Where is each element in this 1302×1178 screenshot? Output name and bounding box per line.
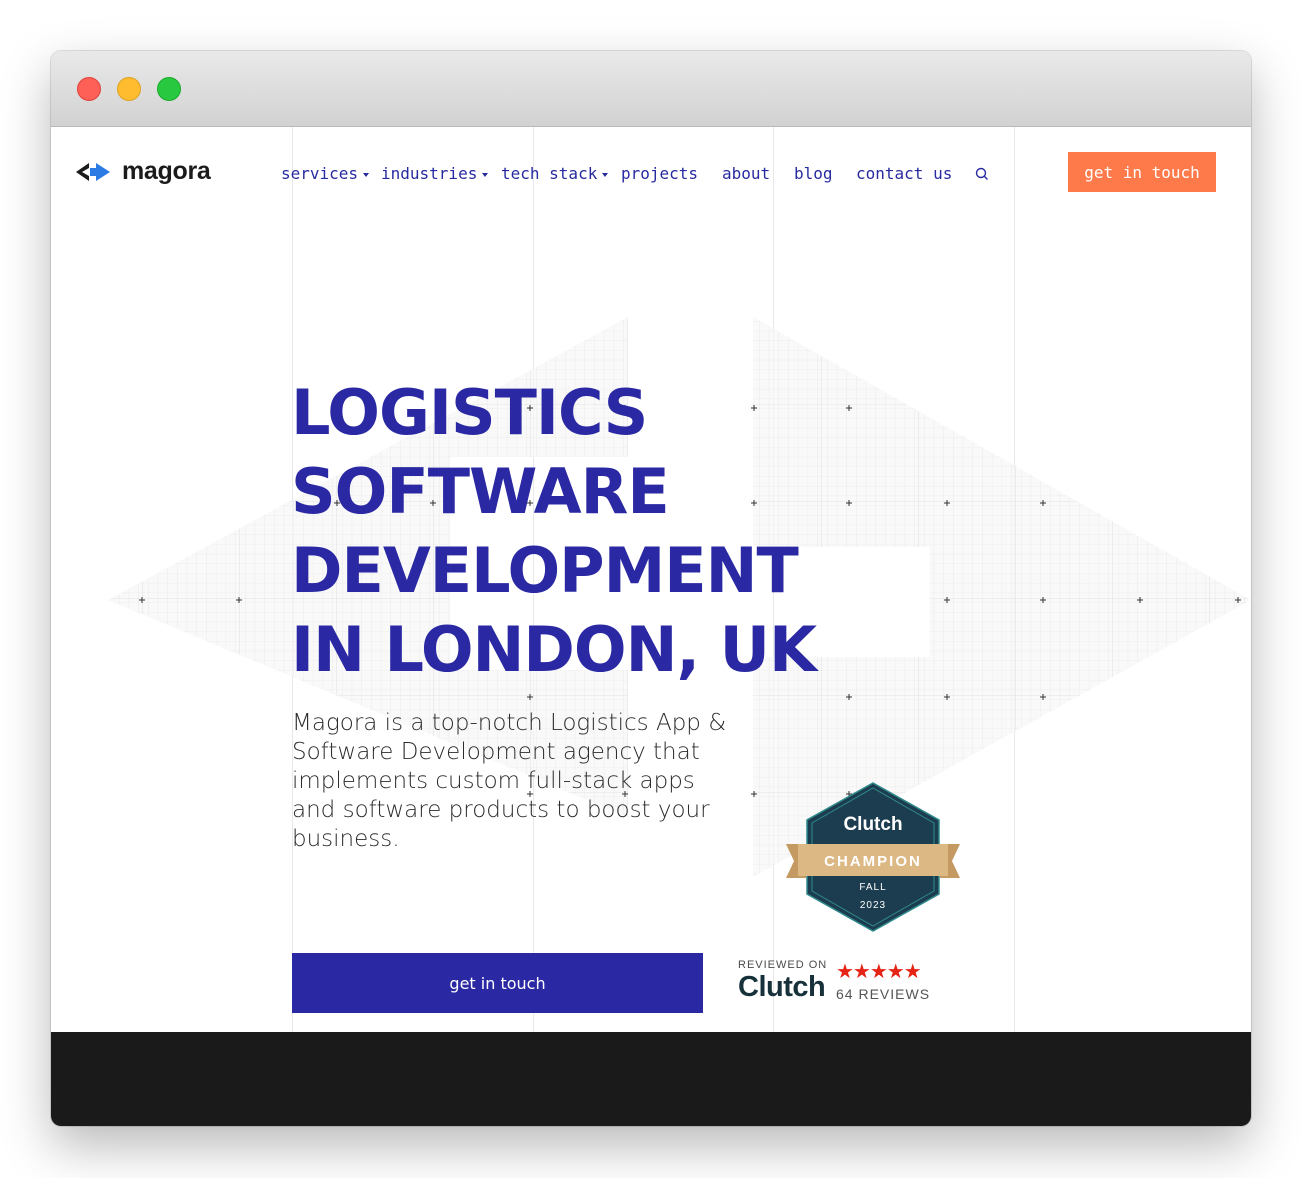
- badge-ribbon-text: CHAMPION: [824, 853, 922, 870]
- nav-item-tech-stack[interactable]: tech stack: [501, 164, 609, 183]
- chevron-down-icon: [363, 172, 370, 177]
- nav-item-services[interactable]: services: [281, 164, 370, 183]
- chevron-down-icon: [482, 172, 489, 177]
- brand-logo[interactable]: magora: [76, 157, 211, 186]
- nav-item-projects[interactable]: projects: [621, 164, 698, 183]
- magora-arrows-logo-icon: [76, 162, 110, 181]
- hero-title-line: SOFTWARE: [291, 455, 670, 528]
- badge-brand: Clutch: [843, 814, 902, 835]
- page-viewport: magora services industries tech stack pr…: [51, 127, 1251, 1126]
- nav-item-label: services: [281, 164, 359, 183]
- hero-title: LOGISTICS SOFTWARE DEVELOPMENT IN LONDON…: [291, 373, 817, 689]
- clutch-logo: Clutch: [738, 971, 826, 1003]
- nav-item-label: contact us: [856, 164, 953, 183]
- badge-season: FALL: [859, 882, 886, 893]
- nav-item-blog[interactable]: blog: [794, 164, 833, 183]
- maximize-window-button[interactable]: [157, 77, 181, 101]
- hero-title-line: DEVELOPMENT: [291, 534, 799, 607]
- clutch-champion-badge: Clutch CHAMPION FALL 2023: [786, 782, 960, 932]
- badge-year: 2023: [860, 900, 886, 911]
- nav-item-label: tech stack: [501, 164, 598, 183]
- hero-title-line: LOGISTICS: [291, 376, 648, 449]
- window-titlebar: [51, 51, 1251, 127]
- next-section-dark-band: [51, 1032, 1251, 1126]
- header-get-in-touch-button[interactable]: get in touch: [1068, 152, 1216, 192]
- hero-get-in-touch-button[interactable]: get in touch: [292, 953, 703, 1013]
- brand-name: magora: [122, 157, 211, 185]
- minimize-window-button[interactable]: [117, 77, 141, 101]
- nav-item-label: about: [722, 164, 771, 183]
- hero-title-line: IN LONDON, UK: [291, 613, 817, 686]
- close-window-button[interactable]: [77, 77, 101, 101]
- nav-item-contact-us[interactable]: contact us: [856, 164, 952, 183]
- rating-stars-icon: ★★★★★: [836, 959, 922, 983]
- chevron-down-icon: [602, 172, 609, 177]
- nav-item-about[interactable]: about: [722, 164, 770, 183]
- hero-description: Magora is a top-notch Logistics App & So…: [292, 710, 727, 852]
- reviewed-on-label: REVIEWED ON: [738, 959, 828, 971]
- nav-item-industries[interactable]: industries: [381, 164, 489, 183]
- nav-item-label: industries: [381, 164, 478, 183]
- nav-item-label: projects: [621, 164, 699, 183]
- nav-item-label: blog: [794, 164, 833, 183]
- browser-window: magora services industries tech stack pr…: [51, 51, 1251, 1126]
- review-count: 64 REVIEWS: [836, 986, 931, 1002]
- search-icon[interactable]: [975, 167, 989, 181]
